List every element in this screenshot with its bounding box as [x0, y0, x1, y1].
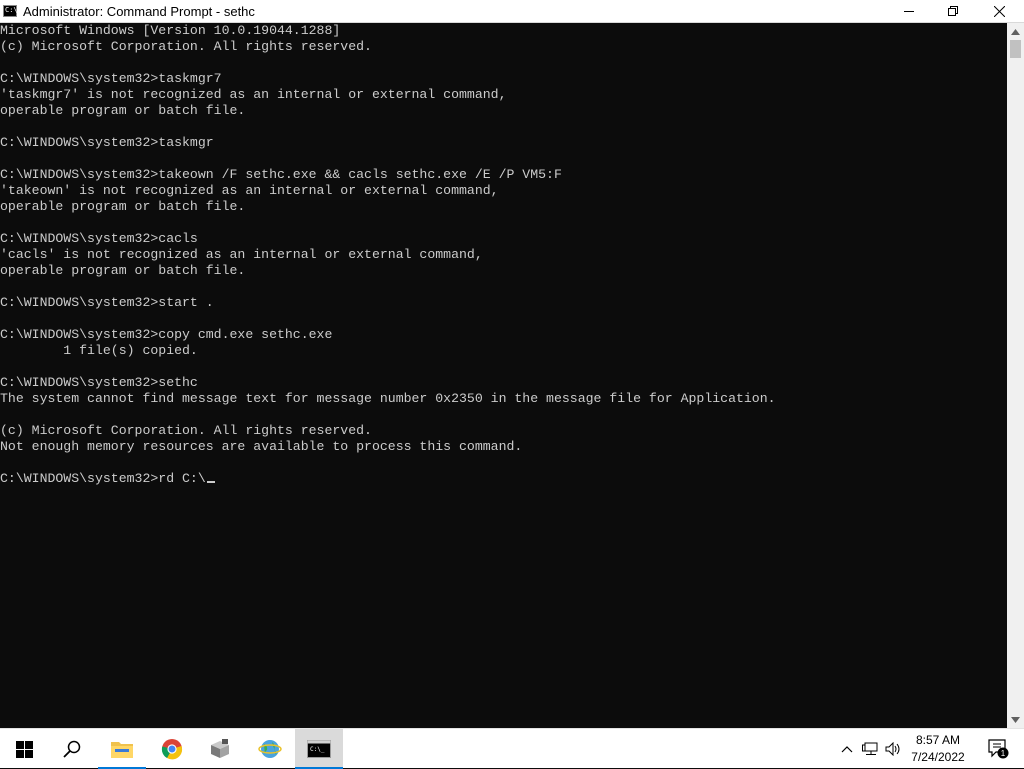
- console-line: C:\WINDOWS\system32>sethc: [0, 375, 198, 390]
- vertical-scrollbar[interactable]: [1007, 23, 1024, 728]
- clock-date: 7/24/2022: [911, 750, 965, 764]
- console-line: operable program or batch file.: [0, 103, 246, 118]
- chrome-icon: [161, 739, 183, 760]
- cmd-icon[interactable]: C:\: [3, 5, 18, 17]
- console-line: (c) Microsoft Corporation. All rights re…: [0, 423, 372, 438]
- console-line: Microsoft Windows [Version 10.0.19044.12…: [0, 23, 341, 38]
- minimize-icon: [904, 11, 914, 12]
- notification-count: 1: [1001, 749, 1006, 758]
- close-icon: [993, 5, 1005, 17]
- console-line: 'cacls' is not recognized as an internal…: [0, 247, 483, 262]
- text-cursor: [206, 481, 215, 483]
- taskbar-chrome[interactable]: [148, 729, 196, 769]
- console-line: C:\WINDOWS\system32>takeown /F sethc.exe…: [0, 167, 562, 182]
- search-button[interactable]: [48, 729, 96, 769]
- scrollbar-thumb[interactable]: [1010, 40, 1021, 58]
- network-icon: [862, 742, 878, 755]
- window-title: Administrator: Command Prompt - sethc: [23, 4, 255, 19]
- taskbar-file-explorer[interactable]: [98, 729, 146, 769]
- minimize-button[interactable]: [886, 0, 932, 22]
- console-line: C:\WINDOWS\system32>copy cmd.exe sethc.e…: [0, 327, 333, 342]
- console-line: 'taskmgr7' is not recognized as an inter…: [0, 87, 507, 102]
- console-line: C:\WINDOWS\system32>cacls: [0, 231, 198, 246]
- console-current-input[interactable]: C:\WINDOWS\system32>rd C:\: [0, 471, 206, 486]
- taskbar-app-installer[interactable]: [196, 729, 244, 769]
- console-line: The system cannot find message text for …: [0, 391, 776, 406]
- globe-icon: [258, 740, 282, 758]
- console-line: operable program or batch file.: [0, 199, 246, 214]
- windows-logo-icon: [15, 740, 33, 758]
- taskbar-command-prompt[interactable]: C:\_: [295, 729, 343, 769]
- start-button[interactable]: [0, 729, 48, 769]
- taskbar-network-app[interactable]: [246, 729, 294, 769]
- tray-clock[interactable]: 8:57 AM 7/24/2022: [900, 729, 976, 769]
- folder-icon: [111, 742, 133, 758]
- restore-icon: [948, 6, 958, 16]
- console-line: 1 file(s) copied.: [0, 343, 198, 358]
- console-line: C:\WINDOWS\system32>start .: [0, 295, 214, 310]
- console-line: C:\WINDOWS\system32>taskmgr: [0, 135, 214, 150]
- scroll-up-arrow-icon[interactable]: [1007, 23, 1024, 40]
- console-output[interactable]: Microsoft Windows [Version 10.0.19044.12…: [0, 23, 1007, 728]
- console-line: operable program or batch file.: [0, 263, 246, 278]
- scroll-down-arrow-icon[interactable]: [1007, 711, 1024, 728]
- svg-text:C:\_: C:\_: [310, 746, 325, 753]
- console-line: 'takeown' is not recognized as an intern…: [0, 183, 499, 198]
- notifications-button[interactable]: 1: [978, 729, 1018, 769]
- console-line: (c) Microsoft Corporation. All rights re…: [0, 39, 372, 54]
- terminal-icon: C:\_: [307, 740, 331, 758]
- console-text: Microsoft Windows [Version 10.0.19044.12…: [0, 23, 1007, 487]
- notification-icon: 1: [988, 739, 1009, 759]
- console-line: C:\WINDOWS\system32>taskmgr7: [0, 71, 222, 86]
- clock-time: 8:57 AM: [915, 733, 961, 747]
- package-icon: [211, 739, 229, 758]
- taskbar: C:\_ 8:57 AM 7/24/2022 1: [0, 728, 1024, 769]
- network-tray-button[interactable]: [860, 729, 882, 769]
- close-button[interactable]: [976, 0, 1022, 22]
- console-line: Not enough memory resources are availabl…: [0, 439, 523, 454]
- restore-button[interactable]: [930, 0, 976, 22]
- search-icon: [63, 740, 81, 758]
- chevron-up-icon: [841, 746, 853, 753]
- show-hidden-icons-button[interactable]: [838, 729, 856, 769]
- title-bar[interactable]: C:\ Administrator: Command Prompt - seth…: [0, 0, 1024, 23]
